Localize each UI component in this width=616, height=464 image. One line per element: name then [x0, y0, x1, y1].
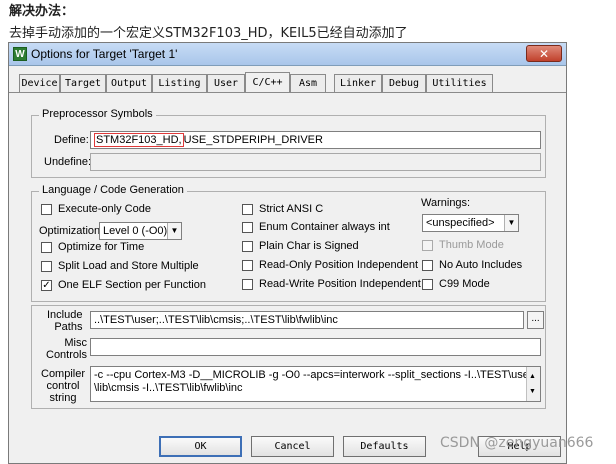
c99-mode-label: C99 Mode: [439, 278, 490, 290]
include-label-line1: Include: [47, 309, 83, 321]
compiler-string-label: Compiler control string: [41, 368, 85, 404]
chevron-down-icon: ▼: [504, 215, 518, 231]
options-dialog: W Options for Target 'Target 1' ✕ Device…: [8, 42, 567, 464]
warnings-select[interactable]: <unspecified> ▼: [422, 214, 519, 232]
language-group-label: Language / Code Generation: [39, 184, 187, 196]
one-elf-label: One ELF Section per Function: [58, 279, 206, 291]
article-heading: 解决办法：: [9, 4, 75, 19]
include-paths-input[interactable]: ..\TEST\user;..\TEST\lib\cmsis;..\TEST\l…: [90, 311, 524, 329]
define-input[interactable]: STM32F103_HD, USE_STDPERIPH_DRIVER: [90, 131, 541, 149]
tab-target[interactable]: Target: [60, 74, 106, 92]
tab-user[interactable]: User: [207, 74, 245, 92]
rw-pos-label: Read-Write Position Independent: [259, 278, 421, 290]
misc-label-line2: Controls: [46, 349, 87, 361]
include-paths-label: Include Paths: [47, 309, 82, 333]
one-elf-checkbox[interactable]: ✓: [41, 280, 52, 291]
include-label-line2: Paths: [54, 321, 83, 333]
strict-ansi-label: Strict ANSI C: [259, 203, 324, 215]
title-bar[interactable]: W Options for Target 'Target 1' ✕: [9, 43, 566, 66]
optimization-select[interactable]: Level 0 (-O0) ▼: [99, 222, 182, 240]
define-highlight: STM32F103_HD,: [94, 133, 184, 147]
optimize-time-label: Optimize for Time: [58, 241, 145, 253]
undefine-input[interactable]: [90, 153, 541, 171]
compiler-string-line2: \lib\cmsis -I..\TEST\lib\fwlib\inc: [94, 382, 243, 394]
scroll-down-icon[interactable]: ▼: [529, 385, 536, 398]
optimize-time-checkbox[interactable]: [41, 242, 52, 253]
ro-pos-label: Read-Only Position Independent: [259, 259, 418, 271]
compiler-string-line1: -c --cpu Cortex-M3 -D__MICROLIB -g -O0 -…: [94, 369, 541, 381]
tab-output[interactable]: Output: [106, 74, 152, 92]
define-rest: USE_STDPERIPH_DRIVER: [183, 134, 323, 146]
plain-char-label: Plain Char is Signed: [259, 240, 359, 252]
define-label: Define:: [54, 134, 89, 146]
preprocessor-group-label: Preprocessor Symbols: [39, 108, 156, 120]
optimization-label: Optimization:: [39, 225, 104, 237]
tab-asm[interactable]: Asm: [290, 74, 326, 92]
misc-controls-input[interactable]: [90, 338, 541, 356]
execute-only-label: Execute-only Code: [58, 203, 151, 215]
tab-debug[interactable]: Debug: [382, 74, 426, 92]
keil-app-icon: W: [13, 47, 27, 61]
rw-pos-checkbox[interactable]: [242, 279, 253, 290]
misc-controls-label: Misc Controls: [46, 337, 87, 361]
compiler-string-text[interactable]: -c --cpu Cortex-M3 -D__MICROLIB -g -O0 -…: [90, 366, 541, 402]
thumb-mode-label: Thumb Mode: [439, 239, 504, 251]
defaults-button[interactable]: Defaults: [343, 436, 426, 457]
close-button[interactable]: ✕: [526, 45, 562, 62]
enum-container-label: Enum Container always int: [259, 221, 390, 233]
compiler-label-line2: control: [46, 380, 80, 392]
thumb-mode-checkbox: [422, 240, 433, 251]
ro-pos-checkbox[interactable]: [242, 260, 253, 271]
strict-ansi-checkbox[interactable]: [242, 204, 253, 215]
split-load-checkbox[interactable]: [41, 261, 52, 272]
compiler-string-scrollbar[interactable]: ▲ ▼: [526, 367, 540, 401]
scroll-up-icon[interactable]: ▲: [529, 370, 536, 383]
warnings-value: <unspecified>: [426, 217, 495, 229]
tab-listing[interactable]: Listing: [152, 74, 207, 92]
tab-utilities[interactable]: Utilities: [426, 74, 493, 92]
compiler-label-line3: string: [49, 392, 77, 404]
undefine-label: Undefine:: [44, 156, 92, 168]
browse-include-button[interactable]: ...: [527, 311, 544, 329]
dialog-title: Options for Target 'Target 1': [31, 47, 178, 61]
execute-only-checkbox[interactable]: [41, 204, 52, 215]
tab-device[interactable]: Device: [19, 74, 60, 92]
chevron-down-icon: ▼: [167, 223, 181, 239]
article-caption: 去掉手动添加的一个宏定义STM32F103_HD，KEIL5已经自动添加了: [9, 26, 408, 41]
compiler-label-line1: Compiler: [41, 368, 86, 380]
split-load-label: Split Load and Store Multiple: [58, 260, 199, 272]
csdn-watermark: CSDN @zengyuan666: [440, 435, 594, 451]
tab-c-cpp[interactable]: C/C++: [245, 72, 290, 93]
optimization-value: Level 0 (-O0): [103, 225, 168, 237]
warnings-label: Warnings:: [421, 197, 471, 209]
tab-divider: [9, 92, 566, 93]
enum-container-checkbox[interactable]: [242, 222, 253, 233]
cancel-button[interactable]: Cancel: [251, 436, 334, 457]
c99-mode-checkbox[interactable]: [422, 279, 433, 290]
no-auto-includes-checkbox[interactable]: [422, 260, 433, 271]
ok-button[interactable]: OK: [159, 436, 242, 457]
misc-label-line1: Misc: [64, 337, 87, 349]
tab-linker[interactable]: Linker: [334, 74, 382, 92]
plain-char-checkbox[interactable]: [242, 241, 253, 252]
no-auto-includes-label: No Auto Includes: [439, 259, 523, 271]
